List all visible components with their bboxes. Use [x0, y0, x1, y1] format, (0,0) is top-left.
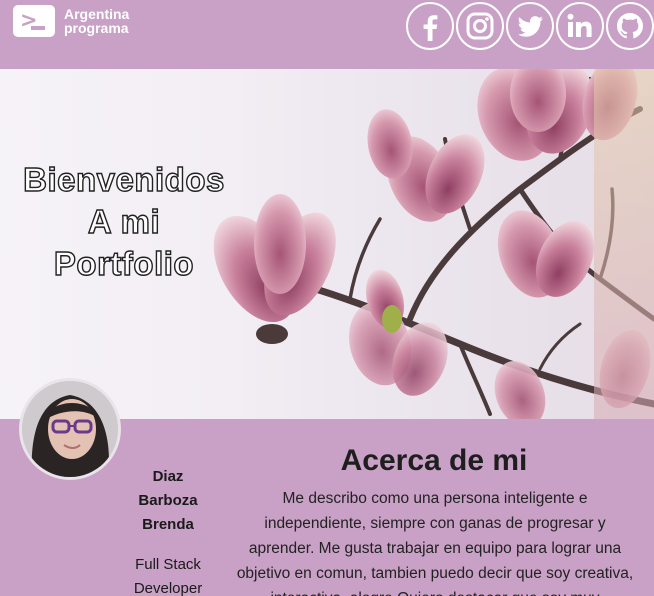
hero-title-line-3: Portfolio [53, 244, 195, 282]
facebook-link[interactable] [406, 2, 454, 50]
role-line-2: Developer [133, 580, 203, 596]
github-link[interactable] [606, 2, 654, 50]
hero-title: Bienvenidos A mi Portfolio [8, 159, 240, 285]
logo-line-1: Argentina [64, 6, 130, 22]
hero-banner: Bienvenidos A mi Portfolio [0, 69, 654, 419]
logo-text: Argentina programa [64, 7, 129, 35]
linkedin-link[interactable] [556, 2, 604, 50]
instagram-icon [466, 12, 494, 40]
hero-title-line-1: Bienvenidos [22, 160, 225, 198]
hero-title-line-2: A mi [87, 202, 161, 240]
name-line-3: Brenda [142, 516, 194, 533]
terminal-icon: > [13, 5, 55, 37]
about-text: Me describo como una persona inteligente… [236, 490, 634, 596]
profile-avatar [19, 378, 121, 480]
github-icon [617, 13, 643, 39]
role-line-1: Full Stack [135, 556, 201, 573]
social-links [406, 2, 654, 50]
facebook-icon [423, 15, 438, 41]
header: > Argentina programa [0, 0, 654, 69]
logo-line-2: programa [64, 20, 129, 36]
name-line-1: Diaz [152, 468, 184, 485]
twitter-link[interactable] [506, 2, 554, 50]
name-line-2: Barboza [138, 492, 198, 509]
about-title: Acerca de mi [340, 444, 528, 477]
argentina-programa-logo[interactable]: > Argentina programa [13, 5, 129, 37]
profile-role: Full Stack Developer [120, 553, 216, 596]
decorative-strip [594, 69, 654, 419]
profile-name: Diaz Barboza Brenda [120, 465, 216, 537]
instagram-link[interactable] [456, 2, 504, 50]
twitter-icon [517, 16, 543, 37]
linkedin-icon [567, 13, 592, 37]
profile-photo [22, 381, 118, 477]
